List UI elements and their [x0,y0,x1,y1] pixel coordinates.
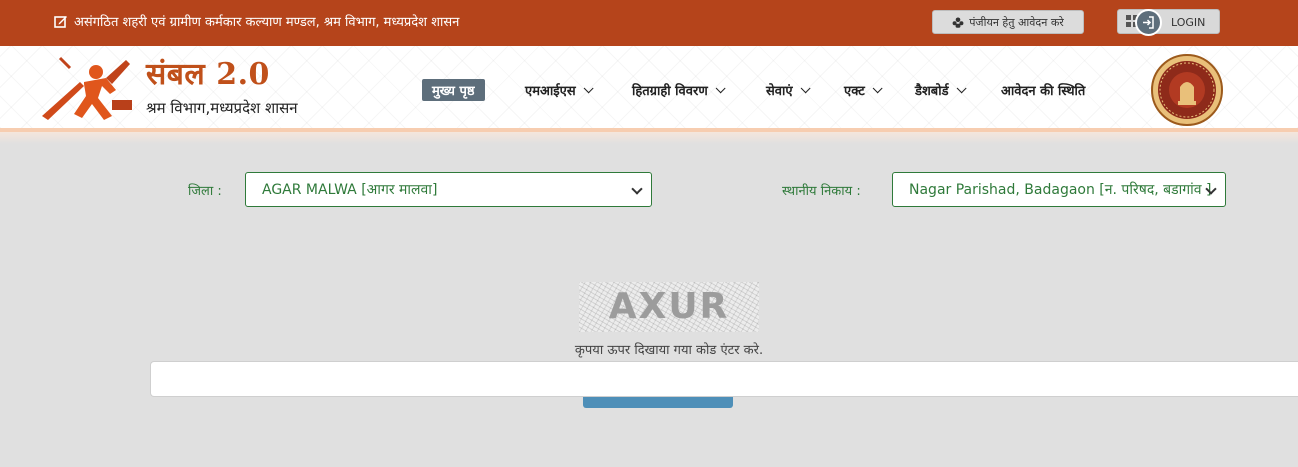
nav-application-status-label: आवेदन की स्थिति [1001,84,1086,99]
nav-mis[interactable]: एमआईएस [525,79,594,101]
login-button[interactable]: LOGIN [1117,9,1220,36]
users-icon [952,17,964,28]
register-button[interactable]: पंजीयन हेतु आवेदन करे [932,10,1084,34]
site-header: संबल 2.0 श्रम विभाग,मध्यप्रदेश शासन मुख्… [0,46,1298,132]
header-separator [0,132,1298,144]
nav-services-label: सेवाएं [766,84,793,99]
district-label: जिला : [188,184,222,199]
register-button-label: पंजीयन हेतु आवेदन करे [969,15,1064,29]
edit-icon [54,16,67,28]
chevron-down-icon [631,183,643,195]
chevron-down-icon [800,82,811,93]
captcha-image: AXUR [579,282,759,332]
district-select-value: AGAR MALWA [आगर मालवा] [262,182,438,198]
nav-dashboard-label: डैशबोर्ड [915,84,949,99]
local-body-label: स्थानीय निकाय : [782,184,861,199]
nav-home-label: मुख्य पृष्ठ [432,84,475,99]
top-title-text: असंगठित शहरी एवं ग्रामीण कर्मकार कल्याण … [74,15,460,30]
nav-dashboard[interactable]: डैशबोर्ड [915,79,967,101]
captcha-hint: कृपया ऊपर दिखाया गया कोड एंटर करे. [574,343,764,358]
chevron-down-icon [715,82,726,93]
top-title: असंगठित शहरी एवं ग्रामीण कर्मकार कल्याण … [54,12,459,30]
captcha-text: AXUR [608,286,730,327]
nav-beneficiary-details[interactable]: हितग्राही विवरण [632,79,726,101]
sambal-logo-icon[interactable] [40,54,140,122]
top-bar: असंगठित शहरी एवं ग्रामीण कर्मकार कल्याण … [0,0,1298,46]
nav-beneficiary-details-label: हितग्राही विवरण [632,84,708,99]
local-body-select[interactable]: Nagar Parishad, Badagaon [न. परिषद, बडाग… [892,172,1226,207]
nav-act-label: एक्ट [844,84,865,99]
district-select[interactable]: AGAR MALWA [आगर मालवा] [245,172,652,207]
chevron-down-icon [956,82,967,93]
nav-home[interactable]: मुख्य पृष्ठ [422,79,485,101]
mp-government-emblem-icon [1151,54,1223,126]
captcha-input[interactable] [150,361,1298,397]
chevron-down-icon [583,82,594,93]
nav-mis-label: एमआईएस [525,84,576,99]
local-body-select-value: Nagar Parishad, Badagaon [न. परिषद, बडाग… [909,182,1212,198]
nav-services[interactable]: सेवाएं [766,79,811,101]
login-icon [1135,9,1162,36]
chevron-down-icon [872,82,883,93]
brand-subtitle: श्रम विभाग,मध्यप्रदेश शासन [146,99,298,117]
login-button-label: LOGIN [1171,16,1206,29]
brand-title: संबल 2.0 [146,57,270,92]
nav-act[interactable]: एक्ट [844,79,883,101]
nav-application-status[interactable]: आवेदन की स्थिति [1001,79,1085,101]
